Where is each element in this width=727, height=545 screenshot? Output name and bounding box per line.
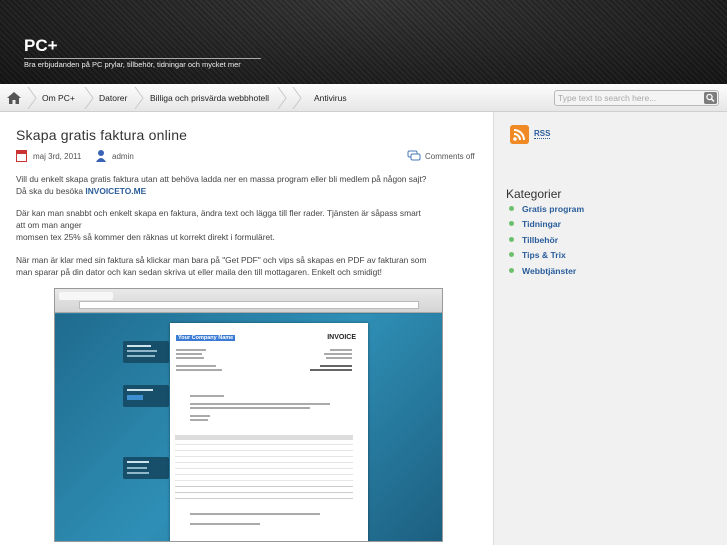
screenshot-side-panel [123, 457, 169, 479]
site-title[interactable]: PC+ [24, 36, 58, 56]
bullet-icon [509, 221, 514, 226]
browser-tab [59, 292, 113, 300]
bullet-icon [509, 206, 514, 211]
p1-text: Vill du enkelt skapa gratis faktura utan… [16, 174, 427, 184]
nav-separator [134, 87, 144, 109]
category-link-gratis-program[interactable]: Gratis program [509, 204, 584, 214]
category-link-tidningar[interactable]: Tidningar [509, 219, 561, 229]
nav-separator [292, 87, 302, 109]
category-label: Tidningar [522, 219, 561, 229]
bullet-icon [509, 237, 514, 242]
category-link-tips-trix[interactable]: Tips & Trix [509, 250, 566, 260]
p2-line3: momsen tex 25% så kommer den räknas ut k… [16, 232, 275, 242]
home-icon[interactable] [6, 91, 22, 105]
nav-item-om-pc[interactable]: Om PC+ [42, 84, 75, 112]
user-icon [96, 150, 106, 162]
screenshot-side-panel [123, 341, 169, 363]
nav-separator [27, 87, 37, 109]
rss-link[interactable]: RSS [534, 129, 551, 139]
post-paragraph-1: Vill du enkelt skapa gratis faktura utan… [16, 173, 486, 197]
invoice-table-header [175, 435, 353, 440]
site-header [0, 0, 727, 84]
comment-icon [407, 150, 421, 161]
post-paragraph-3: När man är klar med sin faktura så klick… [16, 254, 486, 278]
nav-item-webbhotell[interactable]: Billiga och prisvärda webbhotell [150, 84, 269, 112]
p2-line2: att om man anger [16, 220, 82, 230]
categories-heading: Kategorier [506, 187, 562, 201]
post-author-link[interactable]: admin [112, 152, 134, 161]
nav-separator [277, 87, 287, 109]
nav-item-antivirus[interactable]: Antivirus [314, 84, 347, 112]
calendar-icon [16, 150, 27, 162]
category-link-webbtjanster[interactable]: Webbtjänster [509, 266, 576, 276]
bullet-icon [509, 268, 514, 273]
post-image-screenshot[interactable]: Your Company Name INVOICE [54, 288, 443, 542]
invoice-company-name: Your Company Name [176, 335, 236, 341]
browser-address-bar [79, 301, 419, 309]
rss-icon[interactable] [510, 125, 529, 144]
title-divider [24, 58, 261, 59]
browser-chrome [55, 289, 442, 313]
category-label: Gratis program [522, 204, 585, 214]
category-label: Tillbehör [522, 235, 559, 245]
post-comments: Comments off [425, 152, 475, 161]
nav-separator [84, 87, 94, 109]
search-input[interactable] [558, 92, 698, 104]
post-title[interactable]: Skapa gratis faktura online [16, 127, 187, 143]
post-paragraph-2: Där kan man snabbt och enkelt skapa en f… [16, 207, 486, 243]
p3-line2: man sparar på din dator och kan sedan sk… [16, 267, 382, 277]
invoice-document: Your Company Name INVOICE [170, 323, 368, 541]
search-box [554, 90, 719, 106]
p2-line1: Där kan man snabbt och enkelt skapa en f… [16, 208, 421, 218]
search-icon[interactable] [704, 92, 717, 104]
p1-text2: Då ska du besöka [16, 186, 84, 196]
category-link-tillbehor[interactable]: Tillbehör [509, 235, 558, 245]
invoice-heading: INVOICE [327, 334, 356, 341]
site-tagline: Bra erbjudanden på PC prylar, tillbehör,… [24, 60, 241, 69]
sidebar [493, 112, 727, 545]
screenshot-side-panel [123, 385, 169, 407]
invoiceto-link[interactable]: INVOICETO.ME [85, 186, 146, 196]
bullet-icon [509, 252, 514, 257]
category-label: Webbtjänster [522, 266, 577, 276]
category-label: Tips & Trix [522, 250, 566, 260]
post-date: maj 3rd, 2011 [33, 152, 82, 161]
p3-line1: När man är klar med sin faktura så klick… [16, 255, 427, 265]
nav-item-datorer[interactable]: Datorer [99, 84, 127, 112]
